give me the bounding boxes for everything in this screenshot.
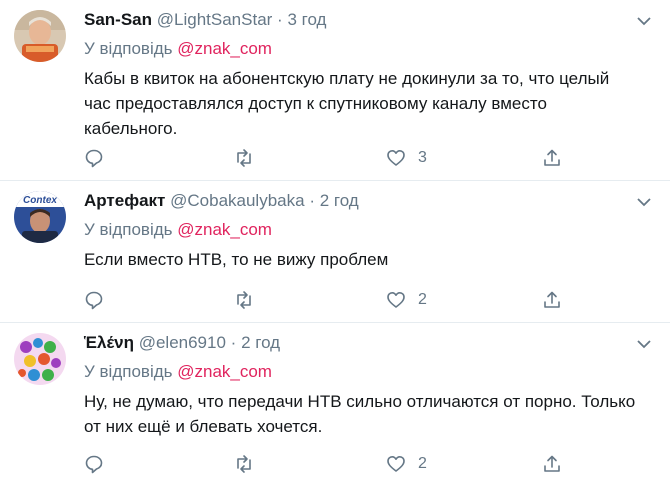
- tweet-text: Если вместо НТВ, то не вижу проблем: [84, 250, 389, 269]
- chevron-down-icon[interactable]: [636, 337, 652, 349]
- tweet-text: Кабы в квиток на абонентскую плату не до…: [84, 69, 610, 138]
- tweet-header: Артефакт @Cobakaulybaka · 2 год: [84, 189, 640, 213]
- reply-mention-link[interactable]: @znak_com: [177, 220, 272, 239]
- retweet-button[interactable]: [234, 451, 254, 477]
- user-handle[interactable]: @elen6910: [139, 333, 226, 352]
- share-icon: [544, 455, 560, 472]
- chevron-down-icon[interactable]: [636, 195, 652, 207]
- like-count: 2: [418, 291, 427, 308]
- like-button[interactable]: 2: [386, 287, 427, 313]
- timestamp[interactable]: 2 год: [320, 191, 359, 210]
- reply-context: У відповідь @znak_com: [84, 37, 640, 61]
- reply-prefix: У відповідь: [84, 220, 173, 239]
- tweet-text: Ну, не думаю, что передачи НТВ сильно от…: [84, 392, 636, 436]
- like-count: 2: [418, 455, 427, 472]
- reply-button[interactable]: [84, 145, 104, 171]
- avatar[interactable]: Contex: [14, 191, 66, 243]
- heart-icon: [387, 292, 405, 308]
- share-button[interactable]: [542, 145, 562, 171]
- retweet-button[interactable]: [234, 287, 254, 313]
- reply-icon: [85, 291, 103, 310]
- tweet-header: Ἑλένη @elen6910 · 2 год: [84, 331, 640, 355]
- avatar[interactable]: [14, 10, 66, 62]
- user-name[interactable]: San-San: [84, 10, 152, 29]
- reply-prefix: У відповідь: [84, 39, 173, 58]
- share-button[interactable]: [542, 451, 562, 477]
- heart-icon: [387, 150, 405, 166]
- reply-context: У відповідь @znak_com: [84, 360, 640, 384]
- tweet[interactable]: San-San @LightSanStar · 3 год У відповід…: [0, 0, 670, 181]
- avatar[interactable]: [14, 333, 66, 385]
- reply-prefix: У відповідь: [84, 362, 173, 381]
- retweet-button[interactable]: [234, 145, 254, 171]
- tweet-actions: 2: [84, 451, 584, 477]
- share-icon: [544, 149, 560, 166]
- retweet-icon: [237, 455, 251, 473]
- user-name[interactable]: Ἑλένη: [84, 333, 134, 352]
- tweet[interactable]: Ἑλένη @elen6910 · 2 год У відповідь @zna…: [0, 323, 670, 485]
- retweet-icon: [237, 149, 251, 167]
- tweet[interactable]: Contex Артефакт @Cobakaulybaka · 2 год У…: [0, 181, 670, 323]
- user-handle[interactable]: @Cobakaulybaka: [170, 191, 304, 210]
- chevron-down-icon[interactable]: [636, 14, 652, 26]
- reply-icon: [85, 455, 103, 474]
- like-count: 3: [418, 149, 427, 166]
- reply-button[interactable]: [84, 451, 104, 477]
- reply-mention-link[interactable]: @znak_com: [177, 39, 272, 58]
- heart-icon: [387, 456, 405, 472]
- user-handle[interactable]: @LightSanStar: [157, 10, 273, 29]
- separator-dot: ·: [230, 333, 237, 352]
- reply-context: У відповідь @znak_com: [84, 218, 640, 242]
- timestamp[interactable]: 3 год: [287, 10, 326, 29]
- reply-mention-link[interactable]: @znak_com: [177, 362, 272, 381]
- separator-dot: ·: [277, 10, 283, 29]
- share-icon: [544, 291, 560, 308]
- share-button[interactable]: [542, 287, 562, 313]
- retweet-icon: [237, 291, 251, 309]
- tweet-actions: 2: [84, 287, 584, 313]
- svg-text:Contex: Contex: [23, 195, 57, 206]
- reply-button[interactable]: [84, 287, 104, 313]
- separator-dot: ·: [309, 191, 315, 210]
- reply-icon: [85, 149, 103, 168]
- like-button[interactable]: 3: [386, 145, 427, 171]
- reply-feed: San-San @LightSanStar · 3 год У відповід…: [0, 0, 670, 485]
- timestamp[interactable]: 2 год: [241, 333, 280, 352]
- like-button[interactable]: 2: [386, 451, 427, 477]
- user-name[interactable]: Артефакт: [84, 191, 165, 210]
- tweet-actions: 3: [84, 145, 584, 171]
- tweet-header: San-San @LightSanStar · 3 год: [84, 8, 640, 32]
